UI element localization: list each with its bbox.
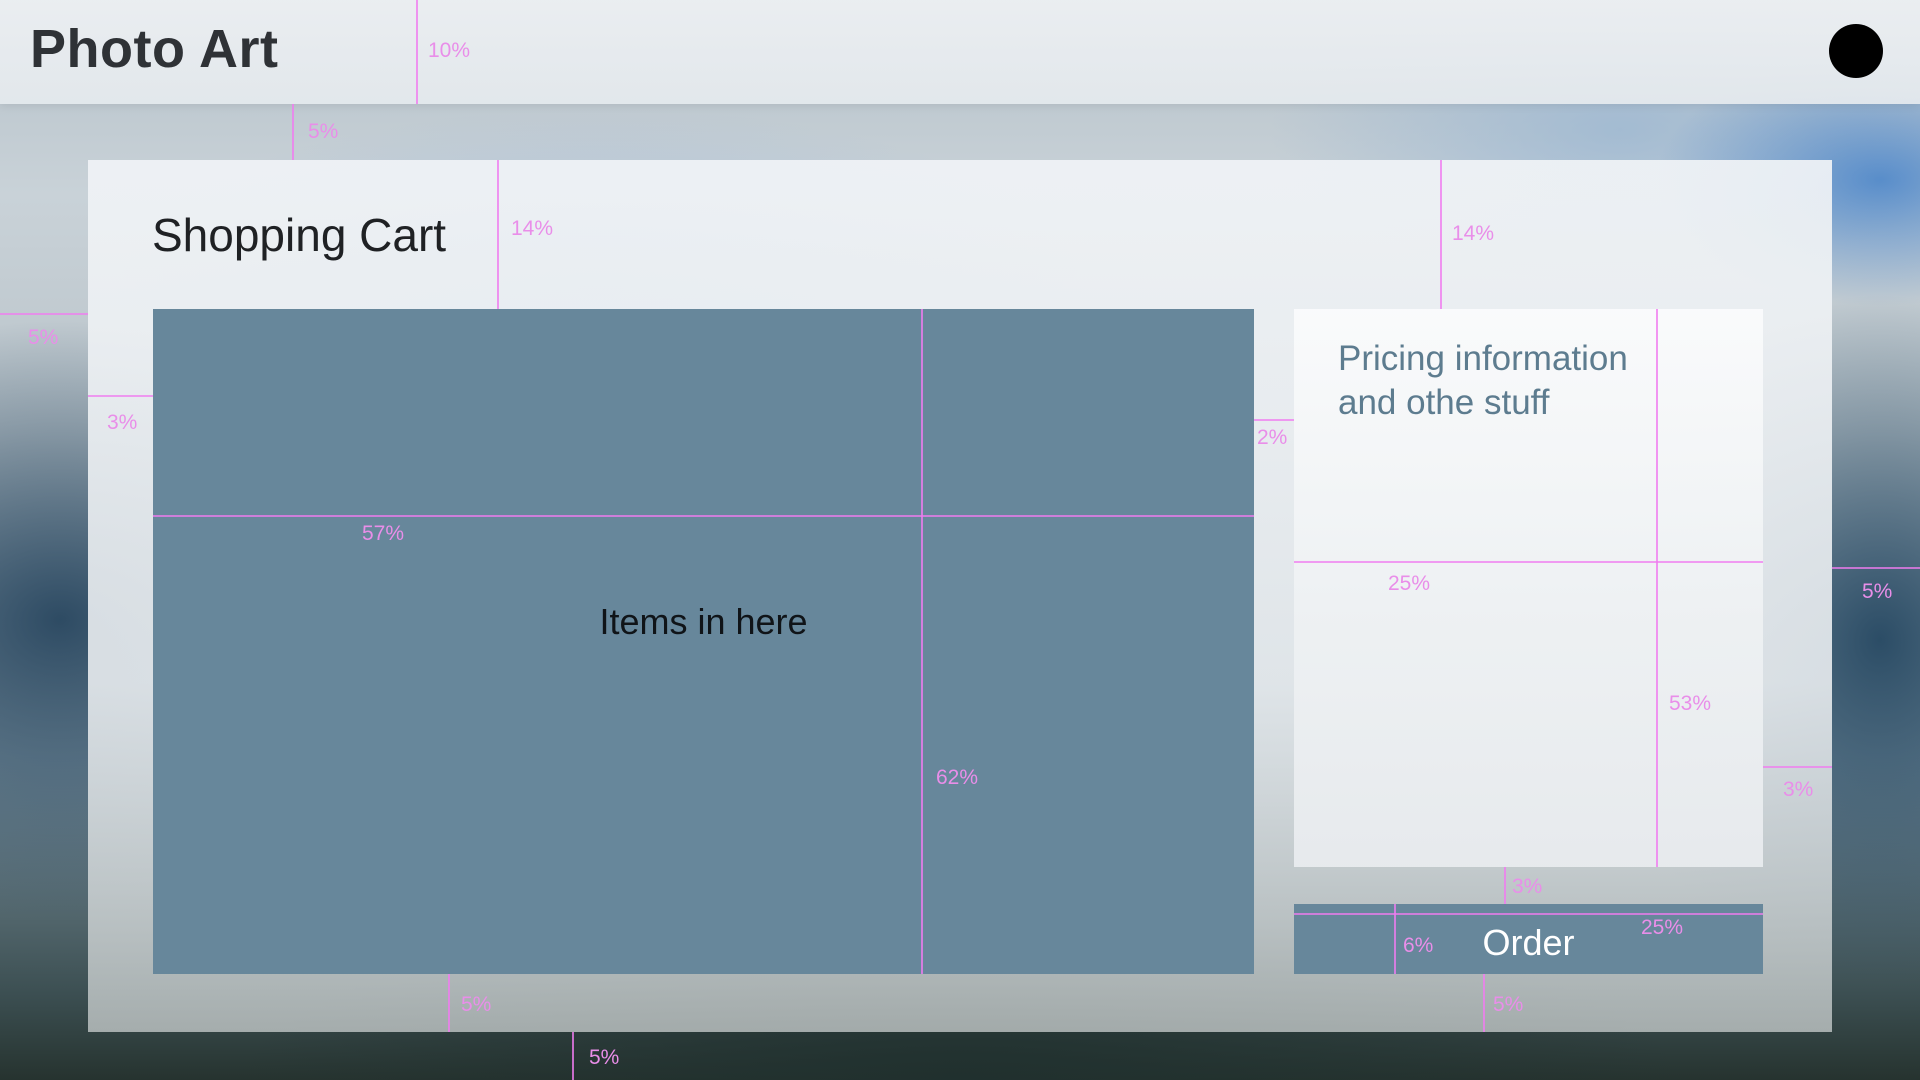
guide-label: 5% bbox=[589, 1046, 620, 1069]
guide-label: 5% bbox=[28, 326, 59, 349]
guide-label: 3% bbox=[1512, 875, 1543, 898]
cart-items-area[interactable]: Items in here bbox=[153, 309, 1254, 974]
guide-label: 6% bbox=[1403, 934, 1434, 957]
guide-label: 53% bbox=[1669, 692, 1712, 715]
cart-items-placeholder: Items in here bbox=[599, 601, 808, 642]
guide-label: 25% bbox=[1641, 916, 1684, 939]
page-title: Shopping Cart bbox=[152, 209, 447, 261]
guide-label: 14% bbox=[1452, 222, 1495, 245]
order-button[interactable]: Order bbox=[1294, 904, 1763, 974]
pricing-information-panel: Pricing information and othe stuff bbox=[1294, 309, 1763, 867]
guide-label: 5% bbox=[308, 120, 339, 143]
guide-label: 2% bbox=[1257, 426, 1288, 449]
guide-label: 62% bbox=[936, 766, 979, 789]
pricing-line-2: and othe stuff bbox=[1338, 383, 1550, 422]
pricing-placeholder-text: Pricing information and othe stuff bbox=[1338, 337, 1678, 425]
guide-label: 14% bbox=[511, 217, 554, 240]
guide-label: 57% bbox=[362, 522, 405, 545]
guide-label: 3% bbox=[1783, 778, 1814, 801]
guide-label: 5% bbox=[1493, 993, 1524, 1016]
app-title: Photo Art bbox=[30, 19, 279, 79]
guide-label: 5% bbox=[461, 993, 492, 1016]
guide-label: 5% bbox=[1862, 580, 1893, 603]
guide-label: 3% bbox=[107, 411, 138, 434]
pricing-line-1: Pricing information bbox=[1338, 339, 1628, 378]
user-avatar[interactable] bbox=[1829, 24, 1883, 78]
top-bar: Photo Art bbox=[0, 0, 1920, 104]
guide-label: 25% bbox=[1388, 572, 1431, 595]
guide-label: 10% bbox=[428, 39, 471, 62]
